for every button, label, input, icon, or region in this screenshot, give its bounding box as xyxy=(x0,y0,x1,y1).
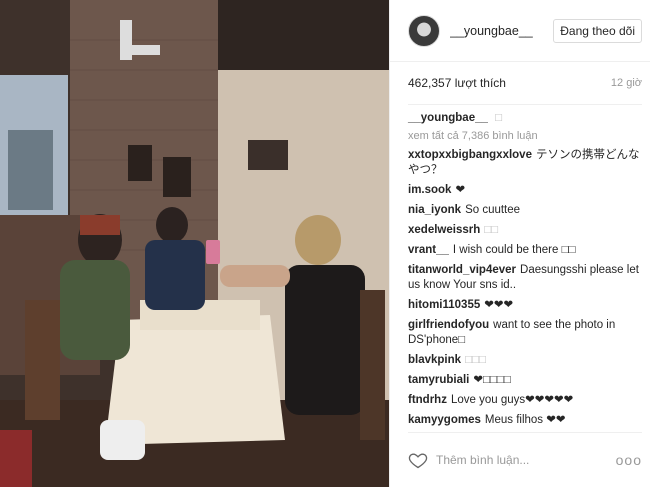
comment-item: xedelweissrh □□ xyxy=(408,223,642,238)
comment-text: I wish could be there □□ xyxy=(452,244,576,256)
comment-item: nia_iyonk So cuuttee xyxy=(408,203,642,218)
comment-username[interactable]: ftndrhz xyxy=(408,394,447,406)
instagram-post-view: __youngbae__ Đang theo dõi 462,357 lượt … xyxy=(0,0,650,487)
comment-username[interactable]: girlfriendofyou xyxy=(408,319,489,331)
post-stats: 462,357 lượt thích 12 giờ xyxy=(408,62,642,105)
comment-text: So cuuttee xyxy=(465,204,521,216)
comment-text: ❤ xyxy=(455,184,466,196)
more-options-icon[interactable]: ooo xyxy=(616,452,642,468)
comment-text: □□□ xyxy=(465,354,486,366)
comment-username[interactable]: im.sook xyxy=(408,184,451,196)
username[interactable]: __youngbae__ xyxy=(450,24,553,38)
caption-text: □ xyxy=(495,112,503,124)
comment-footer: Thêm bình luận... ooo xyxy=(408,432,642,487)
comment-item: girlfriendofyou want to see the photo in … xyxy=(408,318,642,348)
post-side-panel: __youngbae__ Đang theo dõi 462,357 lượt … xyxy=(389,0,650,487)
restaurant-photo-illustration xyxy=(0,0,389,487)
comment-text: ❤❤❤ xyxy=(484,299,514,311)
comment-username[interactable]: nia_iyonk xyxy=(408,204,461,216)
comment-item: vrant__ I wish could be there □□ xyxy=(408,243,642,258)
comment-item: tamyrubiali ❤□□□□ xyxy=(408,373,642,388)
comment-item: xxtopxxbigbangxxlove テソンの携帯どんなやつ？ xyxy=(408,148,642,178)
comment-item: kamyygomes Meus filhos ❤❤ xyxy=(408,413,642,428)
post-header: __youngbae__ Đang theo dõi xyxy=(390,0,650,62)
following-button[interactable]: Đang theo dõi xyxy=(553,18,642,43)
comment-username[interactable]: xxtopxxbigbangxxlove xyxy=(408,149,532,161)
comment-username[interactable]: xedelweissrh xyxy=(408,224,480,236)
post-time[interactable]: 12 giờ xyxy=(611,77,642,89)
comment-item: blavkpink □□□ xyxy=(408,353,642,368)
likes-count[interactable]: 462,357 lượt thích xyxy=(408,76,506,90)
comment-item: titanworld_vip4ever Daesungsshi please le… xyxy=(408,263,642,293)
comment-username[interactable]: tamyrubiali xyxy=(408,374,469,386)
comment-username[interactable]: vrant__ xyxy=(408,244,449,256)
caption-username[interactable]: __youngbae__ xyxy=(408,112,488,124)
comment-text: □□ xyxy=(484,224,499,236)
post-photo[interactable] xyxy=(0,0,389,487)
avatar[interactable] xyxy=(408,14,440,47)
view-all-comments-link[interactable]: xem tất cả 7,386 bình luận xyxy=(408,130,642,142)
add-comment-input[interactable]: Thêm bình luận... xyxy=(436,453,616,467)
comment-item: im.sook ❤ xyxy=(408,183,642,198)
comment-text: ❤□□□□ xyxy=(473,374,511,386)
comment-item: hitomi110355 ❤❤❤ xyxy=(408,298,642,313)
comment-username[interactable]: hitomi110355 xyxy=(408,299,480,311)
comment-text: Meus filhos ❤❤ xyxy=(484,414,566,426)
caption: __youngbae__ □ xyxy=(408,111,642,126)
comments-list: __youngbae__ □ xem tất cả 7,386 bình luậ… xyxy=(390,105,650,428)
comment-username[interactable]: titanworld_vip4ever xyxy=(408,264,516,276)
comment-username[interactable]: kamyygomes xyxy=(408,414,481,426)
comment-item: ftndrhz Love you guys❤❤❤❤❤ xyxy=(408,393,642,408)
comment-text: Love you guys❤❤❤❤❤ xyxy=(450,394,574,406)
comment-username[interactable]: blavkpink xyxy=(408,354,461,366)
heart-icon[interactable] xyxy=(408,450,428,470)
